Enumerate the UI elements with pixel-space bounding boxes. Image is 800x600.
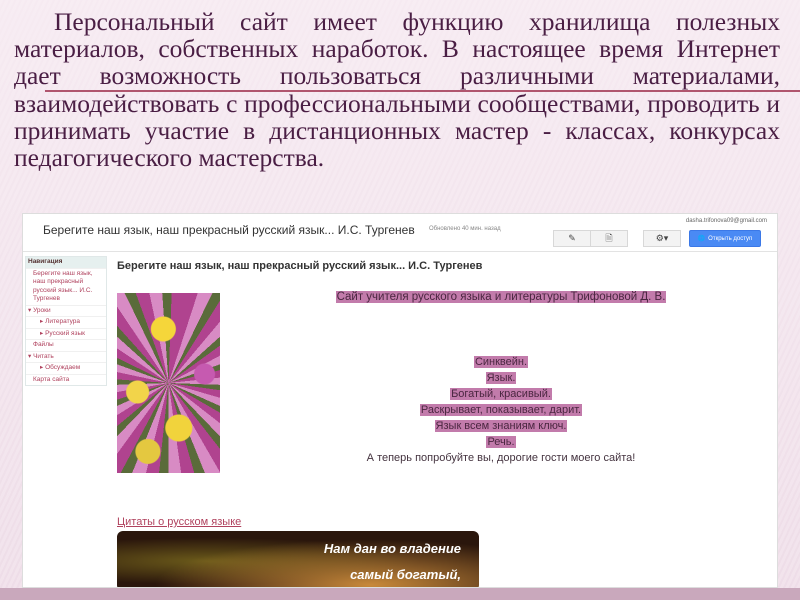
nav-item-discuss[interactable]: ▸ Обсуждаем xyxy=(26,362,106,374)
quote-line: самый богатый, xyxy=(350,567,461,582)
nav-item-read[interactable]: ▾ Читать xyxy=(26,350,106,363)
share-button[interactable]: 🌐 Открыть доступ xyxy=(689,230,761,247)
nav-item-lessons[interactable]: ▾ Уроки xyxy=(26,304,106,317)
poem: Синквейн. Язык. Богатый, красивый. Раскр… xyxy=(223,354,777,466)
nav-item-literature[interactable]: ▸ Литература xyxy=(26,316,106,328)
site-title[interactable]: Берегите наш язык, наш прекрасный русски… xyxy=(43,223,415,237)
quotes-link[interactable]: Цитаты о русском языке xyxy=(117,516,241,528)
edit-button[interactable]: ✎ xyxy=(553,230,591,247)
pencil-icon: ✎ xyxy=(568,233,576,243)
site-subtitle: Сайт учителя русского языка и литературы… xyxy=(223,291,777,303)
nav-item-home[interactable]: Берегите наш язык, наш прекрасный русски… xyxy=(26,267,106,305)
globe-icon: 🌐 xyxy=(697,236,706,242)
poem-line: Речь. xyxy=(486,436,516,448)
nav-label: Русский язык xyxy=(45,329,86,337)
nav-heading: Навигация xyxy=(26,257,106,268)
nav-item-russian[interactable]: ▸ Русский язык xyxy=(26,327,106,340)
site-header: Берегите наш язык, наш прекрасный русски… xyxy=(23,214,777,252)
poem-line: Богатый, красивый. xyxy=(450,388,552,400)
nav-label: Уроки xyxy=(33,306,51,314)
invite-text: А теперь попробуйте вы, дорогие гости мо… xyxy=(366,452,636,464)
updated-status: Обновлено 40 мин. назад xyxy=(429,226,501,232)
page-heading: Берегите наш язык, наш прекрасный русски… xyxy=(117,260,483,272)
gear-icon: ⚙▾ xyxy=(655,233,669,243)
new-page-button[interactable]: 🗎 xyxy=(590,230,628,247)
quote-image: Нам дан во владение самый богатый, xyxy=(117,531,479,587)
navigation-sidebar: Навигация Берегите наш язык, наш прекрас… xyxy=(25,256,107,386)
page-icon: 🗎 xyxy=(605,232,613,243)
footer-band xyxy=(0,588,800,600)
subtitle-text: Сайт учителя русского языка и литературы… xyxy=(335,291,667,303)
nav-label: Читать xyxy=(33,352,54,360)
slide-paragraph: Персональный сайт имеет функцию хранилищ… xyxy=(14,7,780,173)
nav-label: Обсуждаем xyxy=(45,364,81,371)
settings-button[interactable]: ⚙▾ xyxy=(643,230,681,247)
google-sites-screenshot: Берегите наш язык, наш прекрасный русски… xyxy=(22,213,778,588)
nav-item-files[interactable]: Файлы xyxy=(26,339,106,351)
share-label: Открыть доступ xyxy=(708,235,753,242)
poem-line: Язык всем знаниям ключ. xyxy=(434,420,568,432)
nav-label: Литература xyxy=(45,318,81,325)
quote-line: Нам дан во владение xyxy=(323,541,461,556)
poem-line: Язык. xyxy=(485,372,517,384)
poem-line: Раскрывает, показывает, дарит. xyxy=(419,404,583,416)
poem-line: Синквейн. xyxy=(473,356,529,368)
flowers-image xyxy=(117,293,220,473)
account-email[interactable]: dasha.trifonova09@gmail.com xyxy=(686,218,767,224)
nav-item-sitemap[interactable]: Карта сайта xyxy=(26,373,106,386)
